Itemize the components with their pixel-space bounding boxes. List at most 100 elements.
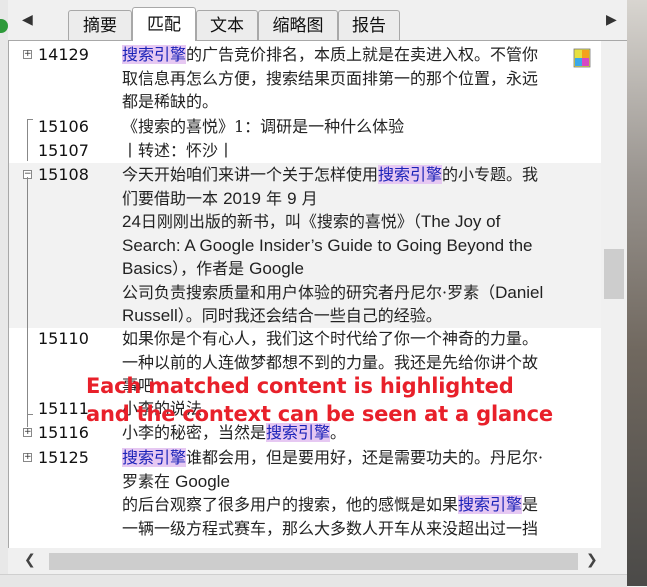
expand-plus-icon[interactable]: + (23, 428, 32, 437)
context-line: Basics），作者是 Google (122, 257, 600, 281)
text-segment: Google (175, 471, 230, 491)
text-segment: 年 (260, 188, 288, 208)
text-segment: 2019 (223, 188, 261, 208)
horizontal-scroll-thumb[interactable] (49, 553, 578, 570)
left-panel-strip (0, 0, 8, 586)
text-segment: 日刚刚出版的新书，叫《搜索的喜悦》（ (140, 212, 421, 231)
context-line: Search: A Google Insider’s Guide to Goin… (122, 234, 600, 258)
context-line: 丨转述：怀沙丨 (122, 139, 600, 163)
text-segment: 一辆一级方程式赛车，那么大多数人开车从来没超出过一挡 (122, 518, 539, 538)
scroll-right-icon[interactable]: ❯ (586, 552, 598, 568)
context-line: 24日刚刚出版的新书，叫《搜索的喜悦》（The Joy of (122, 210, 600, 234)
horizontal-scrollbar[interactable]: ❮ ❯ (8, 548, 600, 574)
annotation-line-1: Each matched content is highlighted (86, 374, 514, 398)
match-context-text: 搜索引擎谁都会用，但是要用好，还是需要功夫的。丹尼尔· 罗素在 Google 的后台… (122, 446, 600, 540)
text-segment: 取信息再怎么方便，搜索结果页面排第一的那个位置，永远 (122, 68, 539, 88)
match-context-text: 丨转述：怀沙丨 (122, 139, 600, 163)
match-row[interactable]: +15125 搜索引擎谁都会用，但是要用好，还是需要功夫的。丹尼尔· 罗素在 Goo… (9, 446, 601, 540)
tab-summary[interactable]: 摘要 (68, 10, 132, 40)
text-segment: 一种以前的人连做梦都想不到的力量。我还是先给你讲个故 (122, 352, 539, 372)
context-line: 取信息再怎么方便，搜索结果页面排第一的那个位置，永远 (122, 67, 600, 91)
text-segment: ）。同时我还会结合一些自己的经验。 (177, 306, 442, 325)
text-segment: 《搜索的喜悦》1：调研是一种什么体验 (122, 117, 405, 136)
tree-guide-line (27, 119, 33, 120)
text-segment: 谁都会用，但是要用好，还是需要功夫的。丹尼尔· (186, 448, 544, 467)
text-segment: Russell (122, 306, 178, 325)
vertical-scrollbar[interactable] (601, 41, 627, 548)
context-line: 公司负责搜索质量和用户体验的研究者丹尼尔·罗素（Daniel (122, 281, 600, 305)
paragraph-number: 15111 (38, 399, 89, 418)
match-row[interactable]: 15107 丨转述：怀沙丨 (9, 139, 601, 163)
text-segment: The Joy of (420, 212, 501, 231)
tab-bar: ◀ 摘要 匹配 文本 缩略图 报告 ▶ (8, 0, 627, 41)
chevron-right-icon[interactable]: ▶ (606, 12, 617, 28)
expand-plus-icon[interactable]: + (23, 50, 32, 59)
context-line: 一辆一级方程式赛车，那么大多数人开车从来没超出过一挡 (122, 517, 600, 541)
tree-guide-line (27, 119, 28, 161)
context-line: 如果你是个有心人，我们这个时代给了你一个神奇的力量。 (122, 327, 600, 351)
paragraph-number: 15125 (38, 448, 89, 467)
text-segment: 丨转述：怀沙丨 (122, 141, 235, 160)
text-segment: 都是稀缺的。 (122, 92, 219, 111)
context-line: 今天开始咱们来讲一个关于怎样使用搜索引擎的小专题。我 (122, 163, 600, 187)
highlighted-match[interactable]: 搜索引擎 (378, 165, 443, 184)
match-row[interactable]: −15108 今天开始咱们来讲一个关于怎样使用搜索引擎的小专题。我 们要借助一本 2… (9, 163, 601, 328)
text-segment: 的后台观察了很多用户的搜索，他的感慨是如果 (122, 495, 459, 514)
highlighted-match[interactable]: 搜索引擎 (122, 448, 187, 467)
context-line: Russell）。同时我还会结合一些自己的经验。 (122, 304, 600, 328)
text-segment: Google (249, 259, 304, 278)
text-segment: Daniel (495, 282, 544, 302)
text-segment: 罗素在 (122, 471, 176, 491)
paragraph-number: 14129 (38, 45, 89, 64)
expand-plus-icon[interactable]: + (23, 453, 32, 462)
tab-report[interactable]: 报告 (338, 10, 400, 40)
paragraph-number: 15108 (38, 165, 89, 184)
text-segment: 的广告竞价排名，本质上就是在卖进入权。不管你 (186, 45, 539, 64)
context-line: 们要借助一本 2019 年 9 月 (122, 187, 600, 211)
text-segment: 9 (287, 188, 297, 208)
context-line: 《搜索的喜悦》1：调研是一种什么体验 (122, 115, 600, 139)
match-row[interactable]: +14129 搜索引擎的广告竞价排名，本质上就是在卖进入权。不管你 取信息再怎么方便… (9, 43, 601, 114)
context-line: 搜索引擎的广告竞价排名，本质上就是在卖进入权。不管你 (122, 43, 600, 67)
match-context-text: 搜索引擎的广告竞价排名，本质上就是在卖进入权。不管你 取信息再怎么方便，搜索结果页… (122, 43, 600, 114)
match-context-text: 今天开始咱们来讲一个关于怎样使用搜索引擎的小专题。我 们要借助一本 2019 年 … (122, 163, 600, 328)
text-segment: 的小专题。我 (442, 165, 539, 184)
paragraph-number: 15110 (38, 329, 89, 348)
annotation-line-2: and the context can be seen at a glance (86, 402, 553, 426)
tab-match[interactable]: 匹配 (132, 7, 196, 41)
text-segment: 公司负责搜索质量和用户体验的研究者丹尼尔·罗素（ (122, 282, 496, 302)
context-line: 罗素在 Google (122, 470, 600, 494)
tree-guide-line (27, 414, 33, 415)
desktop-background (627, 0, 647, 586)
text-segment: 今天开始咱们来讲一个关于怎样使用 (122, 165, 379, 184)
chevron-left-icon[interactable]: ◀ (22, 12, 33, 28)
context-line: 搜索引擎谁都会用，但是要用好，还是需要功夫的。丹尼尔· (122, 446, 600, 470)
text-segment: 如果你是个有心人，我们这个时代给了你一个神奇的力量。 (122, 329, 539, 348)
text-segment: 是 (522, 495, 539, 514)
text-segment: Basics (122, 259, 173, 278)
context-line: 的后台观察了很多用户的搜索，他的感慨是如果搜索引擎是 (122, 493, 600, 517)
tab-thumbnail[interactable]: 缩略图 (258, 10, 338, 40)
status-indicator-icon (0, 19, 8, 33)
paragraph-number: 15116 (38, 423, 89, 442)
tree-guide-line (27, 177, 28, 427)
vertical-scroll-thumb[interactable] (604, 249, 624, 299)
context-line: 一种以前的人连做梦都想不到的力量。我还是先给你讲个故 (122, 351, 600, 375)
status-strip (0, 574, 627, 587)
text-segment: 24 (122, 212, 141, 231)
text-segment: Search: A Google Insider’s Guide to Goin… (122, 235, 533, 255)
paragraph-number: 15107 (38, 141, 89, 160)
highlighted-match[interactable]: 搜索引擎 (122, 45, 187, 64)
highlighted-match[interactable]: 搜索引擎 (458, 495, 523, 514)
match-row[interactable]: 15106 《搜索的喜悦》1：调研是一种什么体验 (9, 115, 601, 139)
color-palette-icon[interactable] (571, 45, 593, 71)
text-segment: 们要借助一本 (122, 188, 224, 208)
scroll-left-icon[interactable]: ❮ (24, 552, 36, 568)
match-context-text: 《搜索的喜悦》1：调研是一种什么体验 (122, 115, 600, 139)
paragraph-number: 15106 (38, 117, 89, 136)
context-line: 都是稀缺的。 (122, 90, 600, 114)
match-list: +14129 搜索引擎的广告竞价排名，本质上就是在卖进入权。不管你 取信息再怎么方便… (8, 41, 601, 548)
tab-text[interactable]: 文本 (196, 10, 258, 40)
text-segment: ），作者是 (172, 259, 250, 278)
text-segment: 月 (296, 188, 318, 208)
